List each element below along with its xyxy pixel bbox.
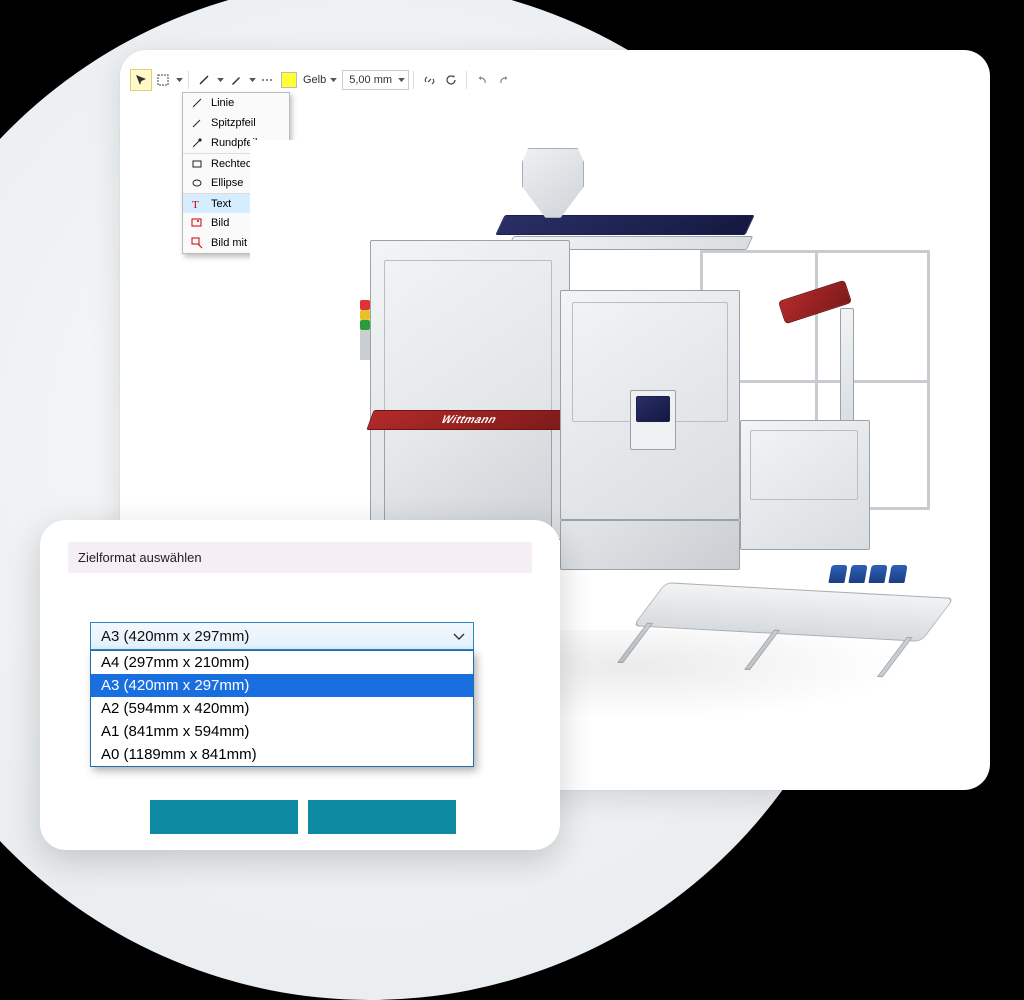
format-select[interactable]: A3 (420mm x 297mm) (90, 622, 474, 650)
format-option[interactable]: A4 (297mm x 210mm) (91, 651, 473, 674)
cabinet-left-window (384, 260, 552, 420)
separator (466, 71, 467, 89)
refresh-tool[interactable] (440, 69, 462, 91)
rectangle-icon (189, 156, 205, 172)
shape-tool[interactable] (193, 69, 215, 91)
pen-tool[interactable] (225, 69, 247, 91)
image-icon (189, 215, 205, 231)
hopper (522, 148, 584, 218)
redo-button[interactable] (493, 69, 515, 91)
menu-item-label: Ellipse (211, 177, 243, 189)
menu-item-label: Text (211, 198, 231, 210)
separator (188, 71, 189, 89)
format-select-value: A3 (420mm x 297mm) (101, 628, 249, 645)
shape-tool-dropdown[interactable] (215, 69, 225, 91)
color-label: Gelb (301, 74, 328, 86)
conveyor-parts (828, 565, 907, 583)
pen-tool-dropdown[interactable] (247, 69, 257, 91)
brand-label: Wittmann (440, 414, 498, 426)
separator (413, 71, 414, 89)
format-option[interactable]: A2 (594mm x 420mm) (91, 697, 473, 720)
color-dropdown[interactable] (328, 69, 338, 91)
format-option[interactable]: A3 (420mm x 297mm) (91, 674, 473, 697)
menu-item-label: Spitzpfeil (211, 117, 256, 129)
cabinet-left-panel (384, 428, 552, 528)
marquee-tool[interactable] (152, 69, 174, 91)
color-swatch[interactable] (281, 72, 297, 88)
line-icon (189, 95, 205, 111)
format-option[interactable]: A0 (1189mm x 841mm) (91, 743, 473, 766)
format-option-label: A0 (1189mm x 841mm) (101, 746, 257, 763)
format-option-label: A2 (594mm x 420mm) (101, 700, 249, 717)
line-style-tool[interactable] (257, 69, 279, 91)
hmi-screen (636, 396, 670, 422)
stroke-size-dropdown[interactable] (396, 69, 406, 91)
brand-band: Wittmann (366, 410, 571, 430)
stroke-size-field[interactable]: 5,00 mm (342, 70, 409, 90)
gantry-bar (495, 215, 754, 235)
machine-base (560, 520, 740, 570)
stroke-size-value: 5,00 mm (349, 74, 392, 86)
format-option-label: A3 (420mm x 297mm) (101, 677, 249, 694)
dialog-button-right[interactable] (308, 800, 456, 834)
robot-column (840, 308, 854, 428)
menu-item-label: Bild (211, 217, 229, 229)
sharp-arrow-icon (189, 115, 205, 131)
text-icon: T (189, 196, 205, 212)
image-arrow-icon (189, 235, 205, 251)
format-option-label: A4 (297mm x 210mm) (101, 654, 249, 671)
round-arrow-icon (189, 135, 205, 151)
link-tool[interactable] (418, 69, 440, 91)
format-option[interactable]: A1 (841mm x 594mm) (91, 720, 473, 743)
signal-light (360, 300, 370, 360)
format-select-listbox: A4 (297mm x 210mm) A3 (420mm x 297mm) A2… (90, 650, 474, 767)
marquee-tool-dropdown[interactable] (174, 69, 184, 91)
undo-button[interactable] (471, 69, 493, 91)
dialog-button-left[interactable] (150, 800, 298, 834)
pointer-tool[interactable] (130, 69, 152, 91)
menu-item-label: Linie (211, 97, 234, 109)
format-dialog-title: Zielformat auswählen (68, 542, 532, 573)
chevron-down-icon (453, 628, 465, 645)
toolbar: Gelb 5,00 mm (130, 68, 515, 92)
menu-item-spitzpfeil[interactable]: Spitzpfeil (183, 113, 289, 133)
enclosure-window (750, 430, 858, 500)
format-option-label: A1 (841mm x 594mm) (101, 723, 249, 740)
svg-text:T: T (192, 199, 199, 210)
ellipse-icon (189, 175, 205, 191)
menu-item-linie[interactable]: Linie (183, 93, 289, 113)
